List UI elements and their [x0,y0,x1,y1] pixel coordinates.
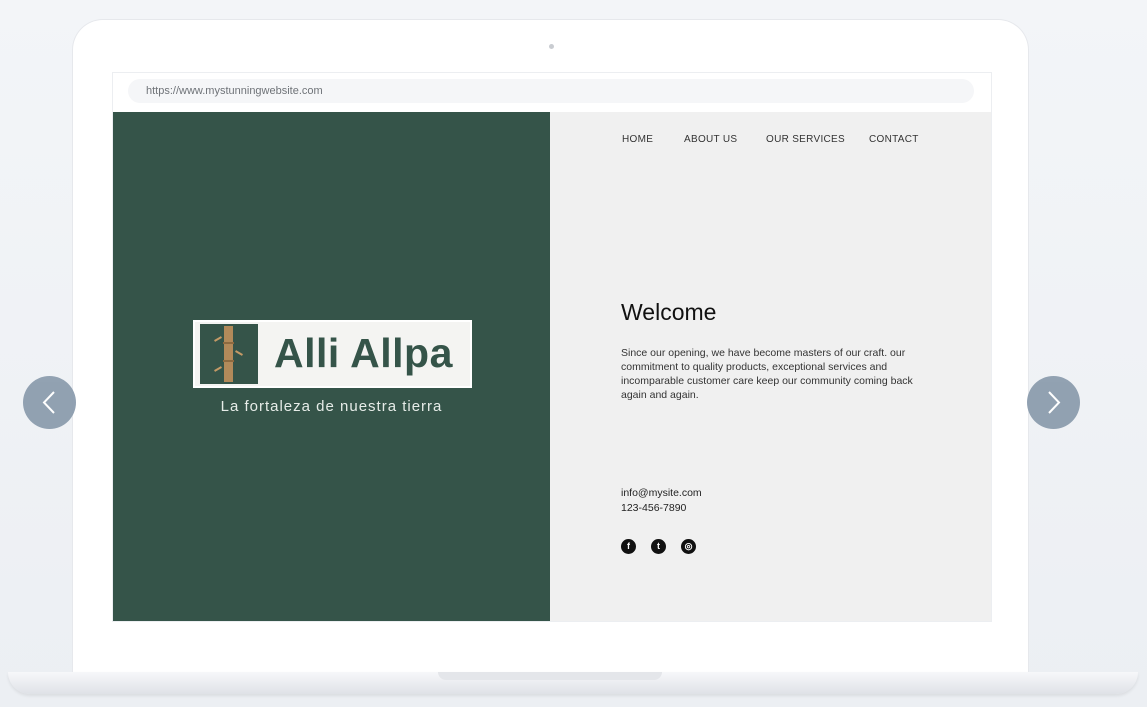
address-bar[interactable]: https://www.mystunningwebsite.com [128,79,974,103]
bamboo-node [223,342,234,344]
camera-dot [549,44,554,49]
nav-contact[interactable]: CONTACT [869,134,919,145]
chevron-right-icon [1048,391,1061,414]
carousel-next-button[interactable] [1027,376,1080,429]
bamboo-node [223,360,234,362]
facebook-icon[interactable]: f [621,539,636,554]
tagline: La fortaleza de nuestra tierra [220,398,443,415]
nav-our-services[interactable]: OUR SERVICES [766,134,845,145]
logo-wordmark: Alli Allpa [274,330,453,376]
nav-home[interactable]: HOME [622,134,653,145]
bamboo-stalk [224,326,233,382]
carousel-prev-button[interactable] [23,376,76,429]
url-text: https://www.mystunningwebsite.com [146,85,323,97]
welcome-heading: Welcome [621,299,717,325]
nav-about-us[interactable]: ABOUT US [684,134,737,145]
contact-phone: 123-456-7890 [621,502,687,514]
welcome-body: Since our opening, we have become master… [621,347,913,401]
chevron-left-icon [42,391,55,414]
instagram-icon[interactable]: ◎ [681,539,696,554]
twitter-icon[interactable]: t [651,539,666,554]
contact-email[interactable]: info@mysite.com [621,487,702,499]
laptop-notch [438,672,662,680]
